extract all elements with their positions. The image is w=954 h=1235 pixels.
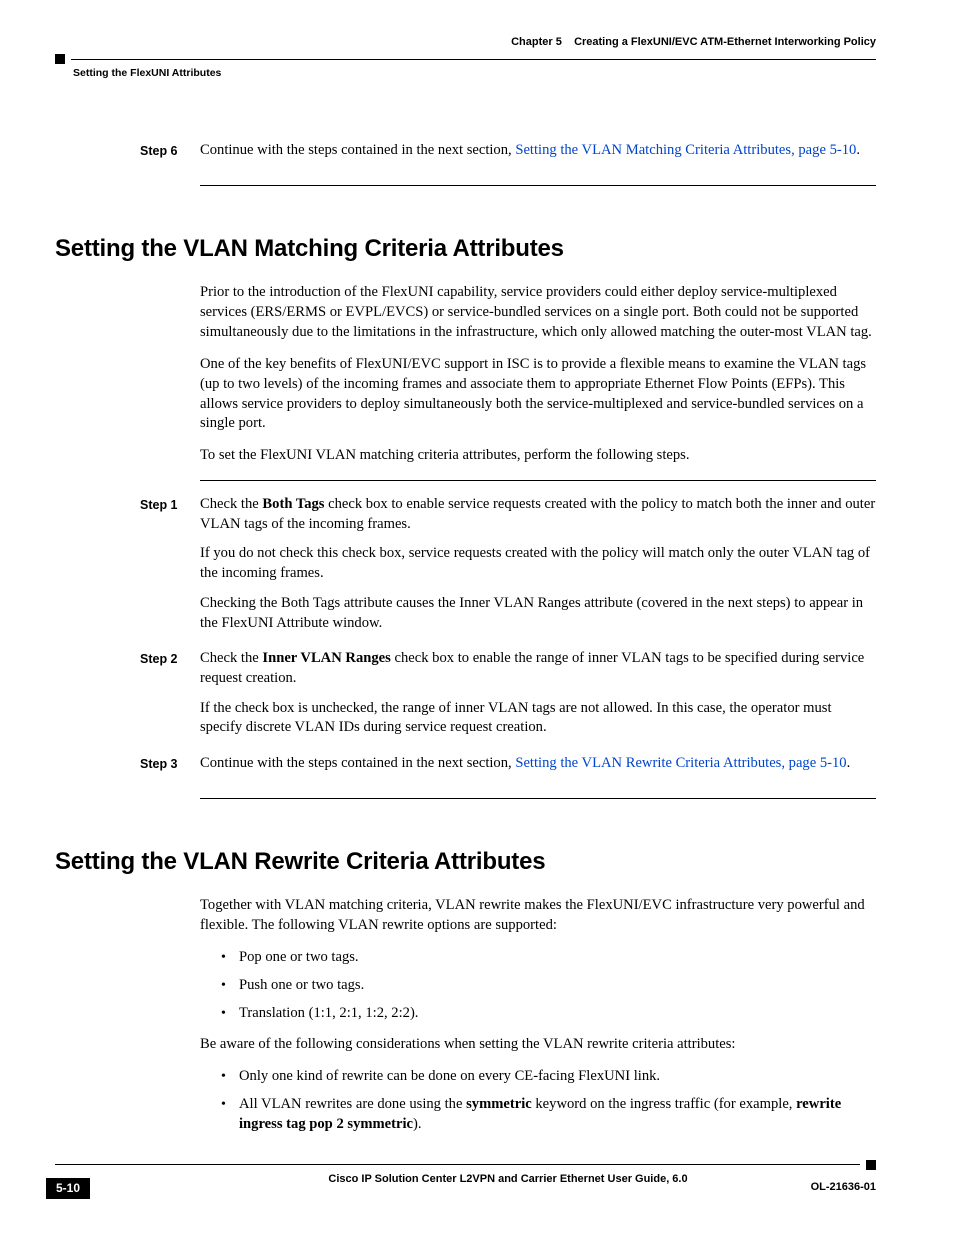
step-2-p1-a: Check the xyxy=(200,650,262,666)
running-header: Chapter 5 Creating a FlexUNI/EVC ATM-Eth… xyxy=(55,35,876,50)
match-intro-p3: To set the FlexUNI VLAN matching criteri… xyxy=(200,446,876,466)
footer: Cisco IP Solution Center L2VPN and Carri… xyxy=(55,1160,876,1187)
page-number: 5-10 xyxy=(46,1178,90,1199)
step-6-text-b: . xyxy=(856,142,860,158)
match-intro-p2: One of the key benefits of FlexUNI/EVC s… xyxy=(200,355,876,434)
step-3-p1-a: Continue with the steps contained in the… xyxy=(200,755,515,771)
page-number-wrap: 5-10 xyxy=(46,1178,90,1199)
footer-square-icon xyxy=(866,1160,876,1170)
list-item: Only one kind of rewrite can be done on … xyxy=(221,1067,876,1087)
list-item: All VLAN rewrites are done using the sym… xyxy=(221,1095,876,1135)
chapter-title: Creating a FlexUNI/EVC ATM-Ethernet Inte… xyxy=(574,36,876,48)
b2-bold1: symmetric xyxy=(466,1096,532,1112)
step-1-row: Step 1 Check the Both Tags check box to … xyxy=(55,495,876,643)
rewrite-p1: Together with VLAN matching criteria, VL… xyxy=(200,896,876,936)
b2-a: All VLAN rewrites are done using the xyxy=(239,1096,466,1112)
list-item: Push one or two tags. xyxy=(221,976,876,996)
step-6-label: Step 6 xyxy=(140,141,200,161)
match-intro-p1: Prior to the introduction of the FlexUNI… xyxy=(200,283,876,343)
list-item: Pop one or two tags. xyxy=(221,948,876,968)
step-2-p2: If the check box is unchecked, the range… xyxy=(200,699,876,738)
heading-vlan-rewrite: Setting the VLAN Rewrite Criteria Attrib… xyxy=(55,845,876,879)
step-1-p1-a: Check the xyxy=(200,496,262,512)
section-breadcrumb: Setting the FlexUNI Attributes xyxy=(73,66,876,81)
step-2-body: Check the Inner VLAN Ranges check box to… xyxy=(200,649,876,748)
link-vlan-rewrite[interactable]: Setting the VLAN Rewrite Criteria Attrib… xyxy=(515,755,846,771)
step-6-body: Continue with the steps contained in the… xyxy=(200,141,876,171)
step-1-p2: If you do not check this check box, serv… xyxy=(200,544,876,583)
doc-id: OL-21636-01 xyxy=(811,1180,876,1195)
divider xyxy=(200,185,876,186)
step-6-text-a: Continue with the steps contained in the… xyxy=(200,142,515,158)
b2-c: ). xyxy=(413,1116,422,1132)
page: Chapter 5 Creating a FlexUNI/EVC ATM-Eth… xyxy=(0,0,954,1235)
step-3-label: Step 3 xyxy=(140,754,200,774)
link-vlan-matching[interactable]: Setting the VLAN Matching Criteria Attri… xyxy=(515,142,856,158)
heading-vlan-matching: Setting the VLAN Matching Criteria Attri… xyxy=(55,232,876,266)
divider xyxy=(200,480,876,481)
header-square-icon xyxy=(55,54,65,64)
step-6-row: Step 6 Continue with the steps contained… xyxy=(55,141,876,171)
step-1-label: Step 1 xyxy=(140,495,200,515)
divider xyxy=(200,798,876,799)
match-intro: Prior to the introduction of the FlexUNI… xyxy=(200,283,876,466)
b2-b: keyword on the ingress traffic (for exam… xyxy=(532,1096,796,1112)
chapter-label: Chapter 5 xyxy=(511,36,562,48)
step-2-bold: Inner VLAN Ranges xyxy=(262,650,390,666)
rewrite-bullets-2: Only one kind of rewrite can be done on … xyxy=(221,1067,876,1135)
step-1-bold: Both Tags xyxy=(262,496,324,512)
header-rule xyxy=(55,54,876,64)
rewrite-bullets-1: Pop one or two tags. Push one or two tag… xyxy=(221,948,876,1024)
step-2-label: Step 2 xyxy=(140,649,200,669)
step-2-row: Step 2 Check the Inner VLAN Ranges check… xyxy=(55,649,876,748)
step-1-body: Check the Both Tags check box to enable … xyxy=(200,495,876,643)
list-item: Translation (1:1, 2:1, 1:2, 2:2). xyxy=(221,1004,876,1024)
step-1-p3: Checking the Both Tags attribute causes … xyxy=(200,594,876,633)
guide-title: Cisco IP Solution Center L2VPN and Carri… xyxy=(140,1172,876,1187)
step-3-body: Continue with the steps contained in the… xyxy=(200,754,876,784)
rewrite-p2: Be aware of the following considerations… xyxy=(200,1035,876,1055)
step-3-row: Step 3 Continue with the steps contained… xyxy=(55,754,876,784)
step-3-p1-b: . xyxy=(847,755,851,771)
chapter-header: Chapter 5 Creating a FlexUNI/EVC ATM-Eth… xyxy=(511,35,876,50)
